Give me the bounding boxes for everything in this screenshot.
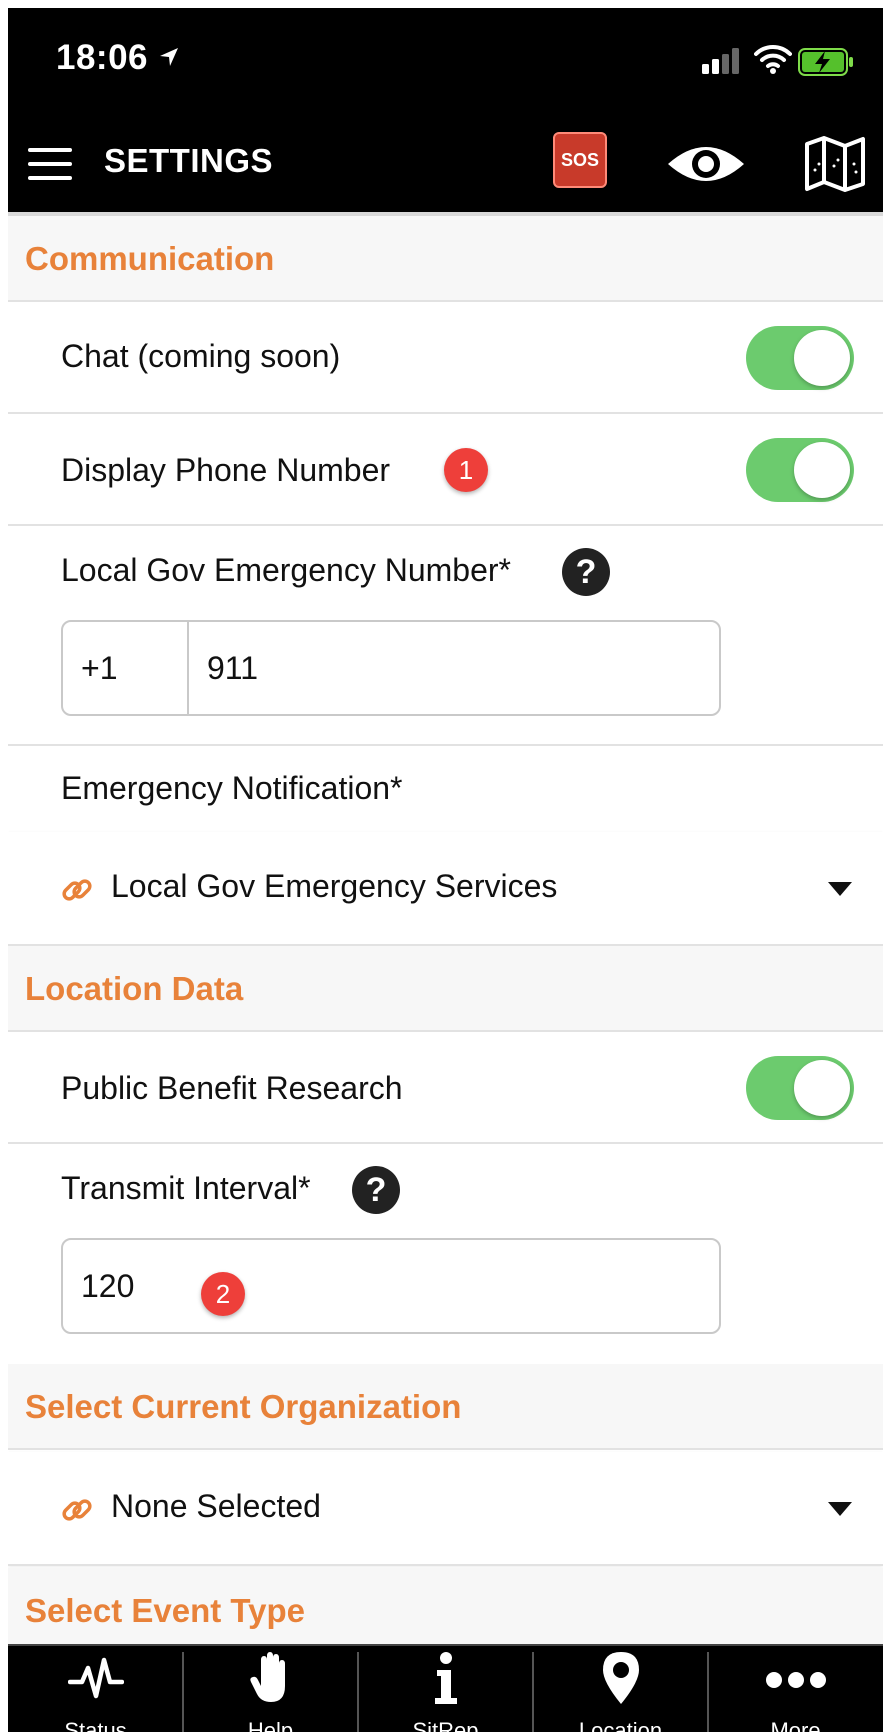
emergency-notification-row: Emergency Notification* [8,746,883,832]
sos-button[interactable]: SOS [553,132,607,188]
tab-bar: Status Help SitRep Location More [8,1644,883,1732]
emergency-number-input[interactable]: +1 911 [61,620,721,716]
chevron-down-icon [828,1502,852,1516]
tab-status[interactable]: Status [8,1646,183,1732]
transmit-interval-input[interactable]: 120 2 [61,1238,721,1334]
link-icon [62,879,92,901]
section-title: Communication [25,240,275,277]
transmit-interval-row: Transmit Interval* ? 120 2 [8,1144,883,1366]
eye-icon[interactable] [666,140,746,188]
emergency-number-row: Local Gov Emergency Number* ? +1 911 [8,526,883,746]
annotation-badge-1: 1 [444,448,488,492]
wifi-icon [754,44,792,74]
tab-location[interactable]: Location [533,1646,708,1732]
chat-toggle[interactable] [746,326,854,390]
map-pin-icon [602,1652,639,1704]
help-icon[interactable]: ? [562,548,610,596]
menu-icon[interactable] [28,146,72,182]
section-header-organization: Select Current Organization [8,1364,883,1450]
tab-label: SitRep [412,1718,479,1732]
link-icon [62,1499,92,1521]
status-bar: 18:06 [8,8,883,120]
tab-label: Status [64,1718,127,1732]
battery-charging-icon [798,48,853,76]
transmit-interval-label: Transmit Interval* [61,1170,311,1206]
section-header-communication: Communication [8,216,883,302]
emergency-number-value[interactable]: 911 [207,622,258,714]
section-title: Select Event Type [25,1592,306,1629]
tab-label: Help [247,1718,294,1732]
organization-select[interactable]: None Selected [8,1452,883,1566]
public-benefit-toggle[interactable] [746,1056,854,1120]
cellular-signal-icon [702,48,739,74]
country-code-field[interactable]: +1 [63,622,189,714]
status-time: 18:06 [56,38,149,77]
chat-label: Chat (coming soon) [61,338,341,374]
chat-row: Chat (coming soon) [8,302,883,414]
settings-content[interactable]: Communication Chat (coming soon) Display… [8,216,883,1644]
section-header-location: Location Data [8,946,883,1032]
pulse-icon [67,1657,124,1699]
app-frame: 18:06 SETTINGS SOS Communication Chat (c… [8,8,883,1732]
transmit-interval-value[interactable]: 120 [81,1240,134,1332]
public-benefit-label: Public Benefit Research [61,1070,403,1106]
chevron-down-icon [828,882,852,896]
emergency-notification-value: Local Gov Emergency Services [111,868,558,904]
section-title: Location Data [25,970,244,1007]
emergency-notification-label: Emergency Notification* [61,770,403,806]
tab-more[interactable]: More [708,1646,883,1732]
display-phone-label: Display Phone Number [61,452,391,488]
annotation-badge-2: 2 [201,1272,245,1316]
tab-sitrep[interactable]: SitRep [358,1646,533,1732]
section-header-event-type: Select Event Type [8,1568,883,1644]
page-title: SETTINGS [104,142,274,179]
nav-bar: SETTINGS SOS [8,120,883,216]
hand-icon [249,1652,285,1702]
emergency-notification-select[interactable]: Local Gov Emergency Services [8,832,883,946]
organization-value: None Selected [111,1488,321,1524]
info-icon [434,1652,457,1704]
tab-label: Location [578,1718,663,1732]
public-benefit-row: Public Benefit Research [8,1032,883,1144]
help-icon[interactable]: ? [352,1166,400,1214]
location-arrow-icon [160,48,178,66]
tab-help[interactable]: Help [183,1646,358,1732]
display-phone-row: Display Phone Number 1 [8,414,883,526]
more-icon [765,1672,826,1688]
tab-label: More [770,1718,821,1732]
map-icon[interactable] [804,136,866,192]
display-phone-toggle[interactable] [746,438,854,502]
emergency-number-label: Local Gov Emergency Number* [61,552,511,588]
section-title: Select Current Organization [25,1388,462,1425]
